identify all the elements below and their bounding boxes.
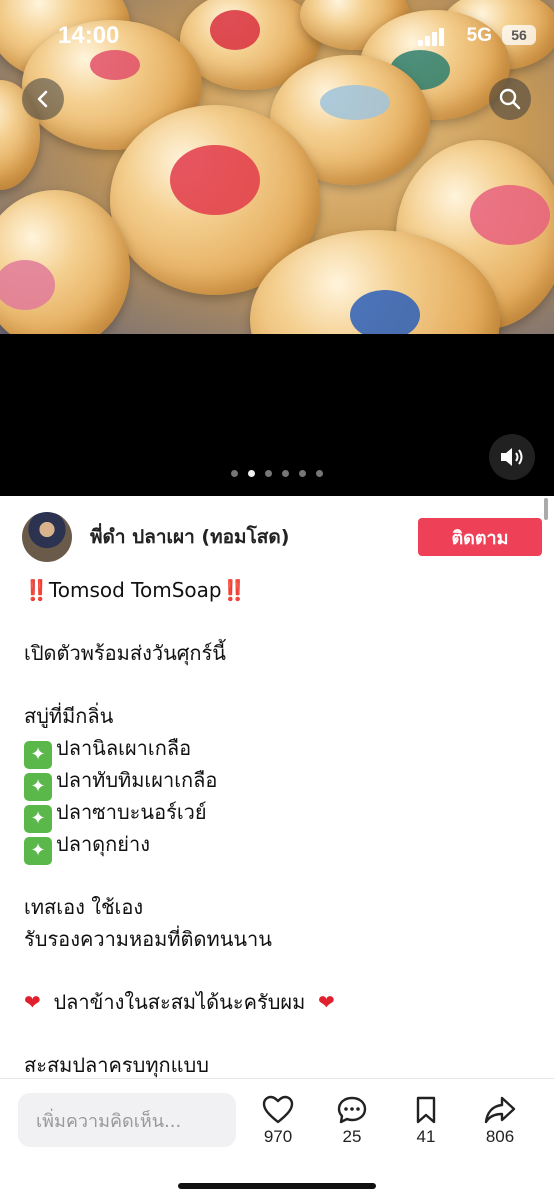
carousel-indicator xyxy=(0,470,554,477)
search-icon xyxy=(499,88,521,110)
fish-figure xyxy=(350,290,420,334)
post-line: สะสมปลาครบทุกแบบ xyxy=(24,1053,209,1077)
scent-item: ✦ ปลาดุกย่าง xyxy=(24,828,534,865)
follow-button[interactable]: ติดตาม xyxy=(418,518,542,556)
carousel-dot xyxy=(316,470,323,477)
share-arrow-icon xyxy=(484,1096,516,1124)
bookmark-icon xyxy=(416,1096,436,1124)
share-count: 806 xyxy=(485,1127,515,1146)
bottom-action-bar: เพิ่มความคิดเห็น... 970 25 41 806 xyxy=(0,1078,554,1201)
network-type: 5G xyxy=(466,25,492,46)
speaker-icon xyxy=(501,448,523,466)
status-time: 14:00 xyxy=(58,22,120,49)
comment-button[interactable]: 25 xyxy=(324,1095,380,1147)
search-button[interactable] xyxy=(489,78,531,120)
comment-input[interactable]: เพิ่มความคิดเห็น... xyxy=(18,1093,236,1147)
signal-icon xyxy=(418,28,444,46)
media-carousel[interactable]: 14:00 5G 56 xyxy=(0,0,554,496)
fish-figure xyxy=(470,185,550,245)
heart-outline-icon xyxy=(262,1095,294,1124)
post-line: รับรองความหอมที่ติดทนนาน xyxy=(24,927,272,951)
post-line: ❤ ปลาข้างในสะสมได้นะครับผม ❤ xyxy=(24,990,335,1014)
save-count: 41 xyxy=(416,1127,436,1146)
carousel-dot xyxy=(265,470,272,477)
post-title: ‼️Tomsod TomSoap‼️ xyxy=(24,574,534,606)
double-exclamation-icon: ‼️ xyxy=(24,578,49,602)
double-exclamation-icon: ‼️ xyxy=(221,578,247,602)
comment-count: 25 xyxy=(342,1127,362,1146)
share-button[interactable]: 806 xyxy=(472,1095,528,1147)
post-line: เปิดตัวพร้อมส่งวันศุกร์นี้ xyxy=(24,641,226,665)
author-row: พี่ดำ ปลาเผา (ทอมโสด) ติดตาม xyxy=(22,510,542,564)
like-count: 970 xyxy=(263,1127,293,1146)
scent-item: ✦ ปลาซาบะนอร์เวย์ xyxy=(24,796,534,833)
carousel-dot xyxy=(282,470,289,477)
author-name[interactable]: พี่ดำ ปลาเผา (ทอมโสด) xyxy=(90,522,418,552)
post-content: ‼️Tomsod TomSoap‼️ เปิดตัวพร้อมส่งวันศุก… xyxy=(24,574,534,1078)
post-line: สบู่ที่มีกลิ่น xyxy=(24,704,114,728)
post-title-text: Tomsod TomSoap xyxy=(48,578,222,602)
chat-bubble-icon xyxy=(337,1096,367,1124)
battery-icon: 56 xyxy=(502,25,536,45)
avatar[interactable] xyxy=(22,512,72,562)
home-indicator xyxy=(178,1183,376,1189)
save-button[interactable]: 41 xyxy=(398,1095,454,1147)
carousel-dot xyxy=(248,470,255,477)
heart-icon: ❤ xyxy=(318,990,335,1014)
heart-icon: ❤ xyxy=(24,990,41,1014)
status-bar: 14:00 5G 56 xyxy=(0,0,554,72)
scent-item: ✦ ปลาทับทิมเผาเกลือ xyxy=(24,764,534,801)
scrollbar[interactable] xyxy=(544,498,548,520)
scent-item: ✦ ปลานิลเผาเกลือ xyxy=(24,732,534,769)
back-button[interactable] xyxy=(22,78,64,120)
post-line: เทสเอง ใช้เอง xyxy=(24,895,144,919)
sparkles-icon: ✦ xyxy=(24,837,52,865)
like-button[interactable]: 970 xyxy=(250,1095,306,1147)
carousel-dot xyxy=(299,470,306,477)
carousel-dot xyxy=(231,470,238,477)
fish-figure xyxy=(320,85,390,120)
chevron-left-icon xyxy=(37,90,48,108)
fish-figure xyxy=(170,145,260,215)
